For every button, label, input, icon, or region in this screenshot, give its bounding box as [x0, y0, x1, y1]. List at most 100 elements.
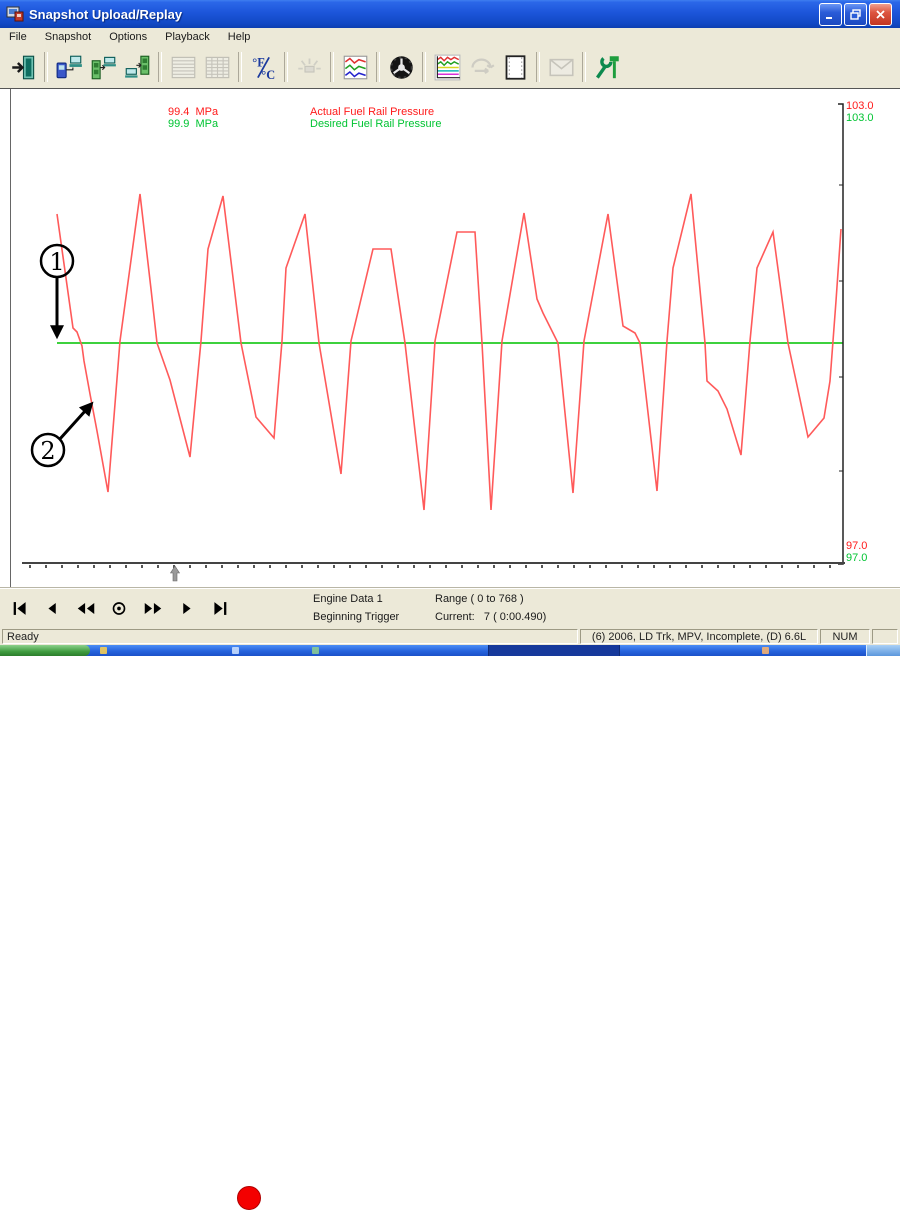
step-forward-button[interactable]: [174, 599, 198, 618]
taskbar: [0, 645, 900, 656]
gauge-icon: [389, 55, 413, 79]
strip-chart-button[interactable]: [338, 50, 372, 84]
film-page-button[interactable]: [498, 50, 532, 84]
vehicle-info: (6) 2006, LD Trk, MPV, Incomplete, (D) 6…: [580, 629, 818, 644]
bottom-axis-tick: [285, 565, 287, 568]
menu-file[interactable]: File: [0, 30, 36, 44]
gauge-button[interactable]: [384, 50, 418, 84]
step-back-button[interactable]: [41, 599, 65, 618]
bottom-axis-tick: [733, 565, 735, 568]
bottom-axis-tick: [477, 565, 479, 568]
rewind-button[interactable]: [74, 599, 98, 618]
close-icon: [876, 9, 885, 19]
bottom-axis-tick: [589, 565, 591, 568]
bottom-axis-tick: [541, 565, 543, 568]
toolbar-separator: [582, 52, 586, 82]
callout-number-1: 1: [49, 248, 64, 276]
menu-playback[interactable]: Playback: [156, 30, 219, 44]
restore-button[interactable]: [844, 2, 867, 26]
taskbar-active-task[interactable]: [488, 645, 620, 656]
download-snapshot-button[interactable]: [120, 50, 154, 84]
tools-icon: [595, 55, 619, 79]
trigger-label: Beginning Trigger: [313, 611, 400, 623]
bottom-axis-tick: [637, 565, 639, 568]
toolbar-separator: [284, 52, 288, 82]
replay-icon: [470, 58, 494, 74]
bottom-axis-tick: [653, 565, 655, 568]
bottom-axis-tick: [669, 565, 671, 568]
fast-forward-icon: [144, 603, 162, 614]
bottom-axis-tick: [813, 565, 815, 568]
desired-pressure-legend: Desired Fuel Rail Pressure: [310, 118, 442, 130]
actual-pressure-legend: Actual Fuel Rail Pressure: [310, 106, 435, 118]
exit-icon: [11, 55, 34, 79]
bottom-axis-tick: [317, 565, 319, 568]
units-toggle-button[interactable]: °F °C: [246, 50, 280, 84]
go-to-start-icon: [13, 602, 26, 615]
upload-snapshot-button[interactable]: [86, 50, 120, 84]
connect-device-button[interactable]: [52, 50, 86, 84]
stop-icon: [112, 602, 126, 615]
overlay-chart-icon: [434, 54, 460, 80]
taskbar-app-icon[interactable]: [232, 647, 239, 654]
callout-number-2: 2: [40, 437, 55, 465]
bottom-axis-tick: [525, 565, 527, 568]
bottom-axis-tick: [205, 565, 207, 568]
bottom-axis-tick: [509, 565, 511, 568]
start-button[interactable]: [0, 645, 90, 656]
download-snapshot-icon: [124, 55, 149, 78]
menubar: File Snapshot Options Playback Help: [0, 28, 900, 46]
strip-chart-icon: [343, 55, 367, 79]
overlay-chart-button[interactable]: [430, 50, 464, 84]
bottom-axis-tick: [381, 565, 383, 568]
toolbar-separator: [376, 52, 380, 82]
range-label: Range ( 0 to 768 ): [435, 593, 524, 605]
go-to-start-button[interactable]: [9, 599, 33, 618]
taskbar-app-icon[interactable]: [100, 647, 107, 654]
pressure-chart: 12: [22, 103, 845, 582]
bottom-axis-tick: [77, 565, 79, 568]
step-forward-icon: [183, 603, 191, 614]
fast-forward-button[interactable]: [141, 599, 165, 618]
mail-button: [544, 50, 578, 84]
data-grid-icon: [205, 56, 229, 78]
right-axis: [838, 103, 844, 565]
data-list-icon: [171, 56, 195, 78]
go-to-end-button[interactable]: [207, 599, 231, 618]
bottom-axis-tick: [781, 565, 783, 568]
bottom-axis-tick: [621, 565, 623, 568]
bottom-axis-tick: [237, 565, 239, 568]
titlebar: Snapshot Upload/Replay: [0, 0, 900, 28]
bottom-axis-tick: [141, 565, 143, 568]
bottom-axis-tick: [573, 565, 575, 568]
bottom-axis-tick: [397, 565, 399, 568]
taskbar-app-icon[interactable]: [762, 647, 769, 654]
minimize-button[interactable]: [819, 2, 842, 26]
connect-device-icon: [56, 55, 82, 78]
bottom-axis-tick: [189, 565, 191, 568]
window-title: Snapshot Upload/Replay: [29, 6, 183, 22]
bottom-axis-tick: [109, 565, 111, 568]
bottom-axis-tick: [125, 565, 127, 568]
actual-fuel-rail-pressure-line: [56, 193, 842, 511]
menu-options[interactable]: Options: [100, 30, 156, 44]
step-back-icon: [48, 603, 56, 614]
position-marker[interactable]: [169, 565, 181, 582]
data-list-button: [166, 50, 200, 84]
bottom-axis-tick: [749, 565, 751, 568]
chart-area: 12 99.4 MPa 99.9 MPa Actual Fuel Rail Pr…: [0, 88, 900, 588]
bottom-axis-tick: [557, 565, 559, 568]
bottom-axis-tick: [701, 565, 703, 568]
menu-help[interactable]: Help: [219, 30, 260, 44]
bottom-axis-tick: [429, 565, 431, 568]
exit-button[interactable]: [6, 50, 40, 84]
taskbar-app-icon[interactable]: [312, 647, 319, 654]
menu-snapshot[interactable]: Snapshot: [36, 30, 100, 44]
tools-button[interactable]: [590, 50, 624, 84]
bottom-axis-tick: [605, 565, 607, 568]
record-button[interactable]: [237, 1186, 261, 1210]
go-to-end-icon: [214, 602, 227, 615]
stop-button[interactable]: [107, 599, 131, 618]
close-button[interactable]: [869, 2, 892, 26]
callout-arrow-2: [57, 401, 94, 442]
